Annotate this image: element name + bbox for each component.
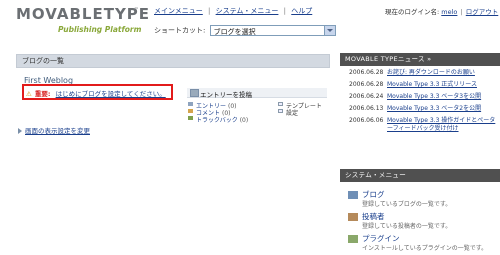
news-item: 2006.06.28 Movable Type 3.3 正式リリース (340, 81, 500, 89)
news-title-link[interactable]: Movable Type 3.3 操作ガイドとペーターフィードバック受け付け (387, 117, 500, 133)
news-item: 2006.06.28 お詫び: 再ダウンロードのお願い (340, 69, 500, 77)
news-date: 2006.06.28 (349, 81, 384, 88)
login-label: 現在のログイン名: (385, 8, 440, 16)
shortcut-selected-value: ブログを選択 (213, 28, 256, 36)
system-menu-item-desc: 登録しているブログの一覧です。 (362, 201, 452, 208)
sidebar: MOVABLE TYPEニュース » 2006.06.28 お詫び: 再ダウンロ… (340, 50, 500, 252)
help-link[interactable]: ヘルプ (291, 7, 312, 15)
stat-count: (0) (239, 117, 249, 124)
news-date: 2006.06.06 (349, 117, 384, 124)
logout-link[interactable]: ログアウト (466, 8, 499, 16)
chevron-down-icon[interactable] (323, 26, 335, 35)
stat-comments[interactable]: コメント (0) (187, 108, 267, 117)
stat-entries[interactable]: エントリー (0) (187, 101, 267, 110)
system-menu-link[interactable]: システム・メニュー (216, 7, 279, 15)
blog-list-header: ブログの一覧 (16, 54, 330, 68)
settings-link[interactable]: 設定 (278, 108, 338, 117)
settings-label: 設定 (286, 110, 299, 117)
nav-separator: | (283, 7, 287, 15)
shortcut-label: ショートカット: (154, 26, 206, 35)
header: MOVABLETYPE ™ Publishing Platform メインメニュ… (0, 0, 500, 46)
blog-links-list: テンプレート 設定 (278, 101, 338, 117)
logo-tagline: Publishing Platform (58, 25, 142, 34)
login-separator: | (460, 8, 463, 16)
login-info: 現在のログイン名: melo | ログアウト (385, 6, 498, 16)
comment-icon (188, 109, 193, 113)
template-icon (278, 102, 283, 106)
news-header[interactable]: MOVABLE TYPEニュース » (340, 53, 500, 66)
stat-trackbacks[interactable]: トラックバック (0) (187, 115, 267, 124)
entry-icon (188, 102, 193, 106)
plugin-icon (348, 235, 358, 243)
system-menu-item-blogs[interactable]: ブログ 登録しているブログの一覧です。 (340, 189, 500, 211)
blog-stats-list: エントリー (0) コメント (0) トラックバック (0) (187, 101, 267, 124)
warning-icon: ⚠ (26, 90, 32, 98)
stat-label[interactable]: トラックバック (196, 117, 238, 124)
top-navigation: メインメニュー | システム・メニュー | ヘルプ (154, 6, 312, 16)
display-settings-link[interactable]: 画面の表示設定を変更 (25, 127, 90, 135)
trackback-icon (188, 116, 193, 120)
news-list: 2006.06.28 お詫び: 再ダウンロードのお願い 2006.06.28 M… (340, 69, 500, 137)
alert-label: 重要: (34, 90, 51, 98)
setup-alert-box: ⚠ 重要: はじめにブログを設定してください。 (22, 84, 173, 100)
news-date: 2006.06.24 (349, 93, 384, 100)
post-entry-label: エントリーを投稿 (200, 91, 252, 99)
main-menu-link[interactable]: メインメニュー (154, 7, 203, 15)
news-date: 2006.06.13 (349, 105, 384, 112)
logo-trademark: ™ (134, 7, 139, 13)
blog-icon (348, 191, 358, 199)
news-item: 2006.06.24 Movable Type 3.3 ベータ3を公開 (340, 93, 500, 101)
blog-entry-card: First Weblog ⚠ 重要: はじめにブログを設定してください。 エント… (16, 68, 330, 126)
templates-link[interactable]: テンプレート (278, 101, 338, 110)
news-item: 2006.06.06 Movable Type 3.3 操作ガイドとペーターフィ… (340, 117, 500, 133)
nav-separator: | (208, 7, 211, 15)
news-title-link[interactable]: Movable Type 3.3 正式リリース (387, 81, 500, 89)
movable-type-logo[interactable]: MOVABLETYPE ™ Publishing Platform (16, 5, 149, 41)
system-menu-item-desc: 登録している投稿者の一覧です。 (362, 223, 452, 230)
logo-wordmark: MOVABLETYPE (16, 5, 151, 23)
blog-shortcut-select[interactable]: ブログを選択 (209, 25, 336, 36)
news-title-link[interactable]: Movable Type 3.3 ベータ3を公開 (387, 93, 500, 101)
username-link[interactable]: melo (441, 8, 457, 16)
news-item: 2006.06.13 Movable Type 3.3 ベータ2を公開 (340, 105, 500, 113)
setup-blog-link[interactable]: はじめにブログを設定してください。 (56, 90, 166, 98)
display-settings-toggle[interactable]: 画面の表示設定を変更 (18, 125, 90, 135)
system-menu-item-authors[interactable]: 投稿者 登録している投稿者の一覧です。 (340, 211, 500, 233)
news-title-link[interactable]: Movable Type 3.3 ベータ2を公開 (387, 105, 500, 113)
post-entry-bar[interactable]: エントリーを投稿 (187, 88, 327, 99)
settings-icon (278, 109, 283, 113)
news-date: 2006.06.28 (349, 69, 384, 76)
system-menu-list: ブログ 登録しているブログの一覧です。 投稿者 登録している投稿者の一覧です。 … (340, 189, 500, 255)
system-menu-header: システム・メニュー (340, 169, 500, 182)
system-menu-item-plugins[interactable]: プラグイン インストールしているプラグインの一覧です。 (340, 233, 500, 255)
news-title-link[interactable]: お詫び: 再ダウンロードのお願い (387, 69, 500, 77)
shortcut-bar: ショートカット: ブログを選択 (154, 25, 336, 36)
triangle-right-icon (18, 128, 22, 134)
author-icon (348, 213, 358, 221)
post-entry-icon (190, 89, 199, 97)
blog-list-panel: ブログの一覧 First Weblog ⚠ 重要: はじめにブログを設定してくだ… (16, 54, 330, 126)
